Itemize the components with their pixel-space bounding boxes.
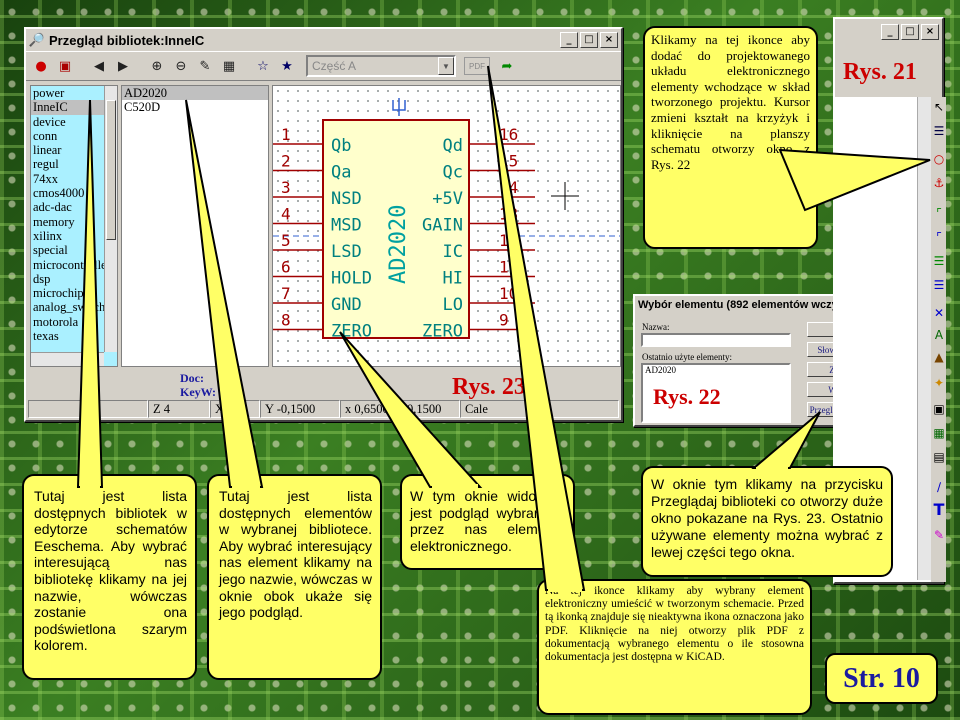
pointer-place-icon (487, 65, 586, 591)
callout-pointers (76, 65, 931, 592)
pointer-library-list (76, 99, 104, 488)
pointer-preview (339, 331, 483, 488)
pointer-browse-button (751, 411, 821, 469)
pointer-add-icon (778, 148, 931, 212)
pointer-component-list (185, 99, 264, 488)
